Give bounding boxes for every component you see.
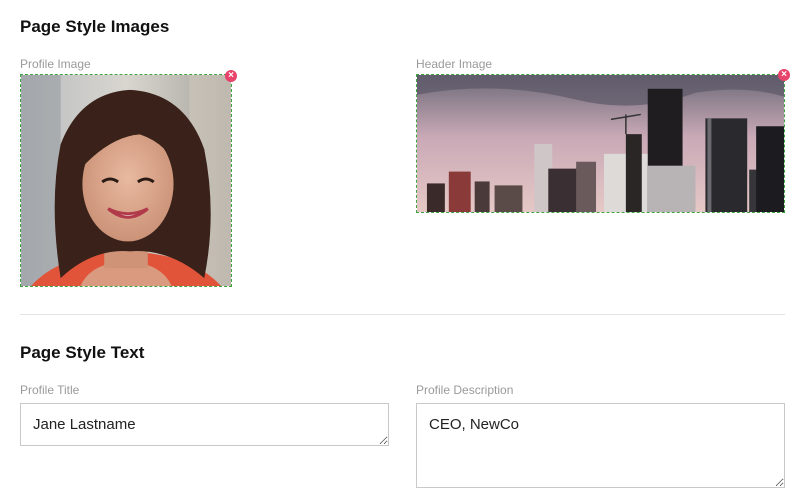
header-image-label: Header Image — [416, 57, 493, 71]
images-section-title: Page Style Images — [20, 17, 170, 36]
section-divider — [20, 314, 785, 315]
profile-description-label: Profile Description — [416, 383, 514, 397]
remove-profile-image-button[interactable]: × — [225, 70, 237, 82]
remove-header-image-button[interactable]: × — [778, 69, 790, 81]
profile-photo — [21, 75, 231, 286]
text-section-title: Page Style Text — [20, 343, 145, 362]
profile-title-field[interactable]: Jane Lastname — [20, 403, 389, 446]
profile-image[interactable] — [20, 74, 232, 287]
profile-description-field[interactable]: CEO, NewCo — [416, 403, 785, 488]
city-skyline-photo — [417, 75, 784, 212]
header-image[interactable] — [416, 74, 785, 213]
profile-image-label: Profile Image — [20, 57, 91, 71]
profile-title-label: Profile Title — [20, 383, 80, 397]
